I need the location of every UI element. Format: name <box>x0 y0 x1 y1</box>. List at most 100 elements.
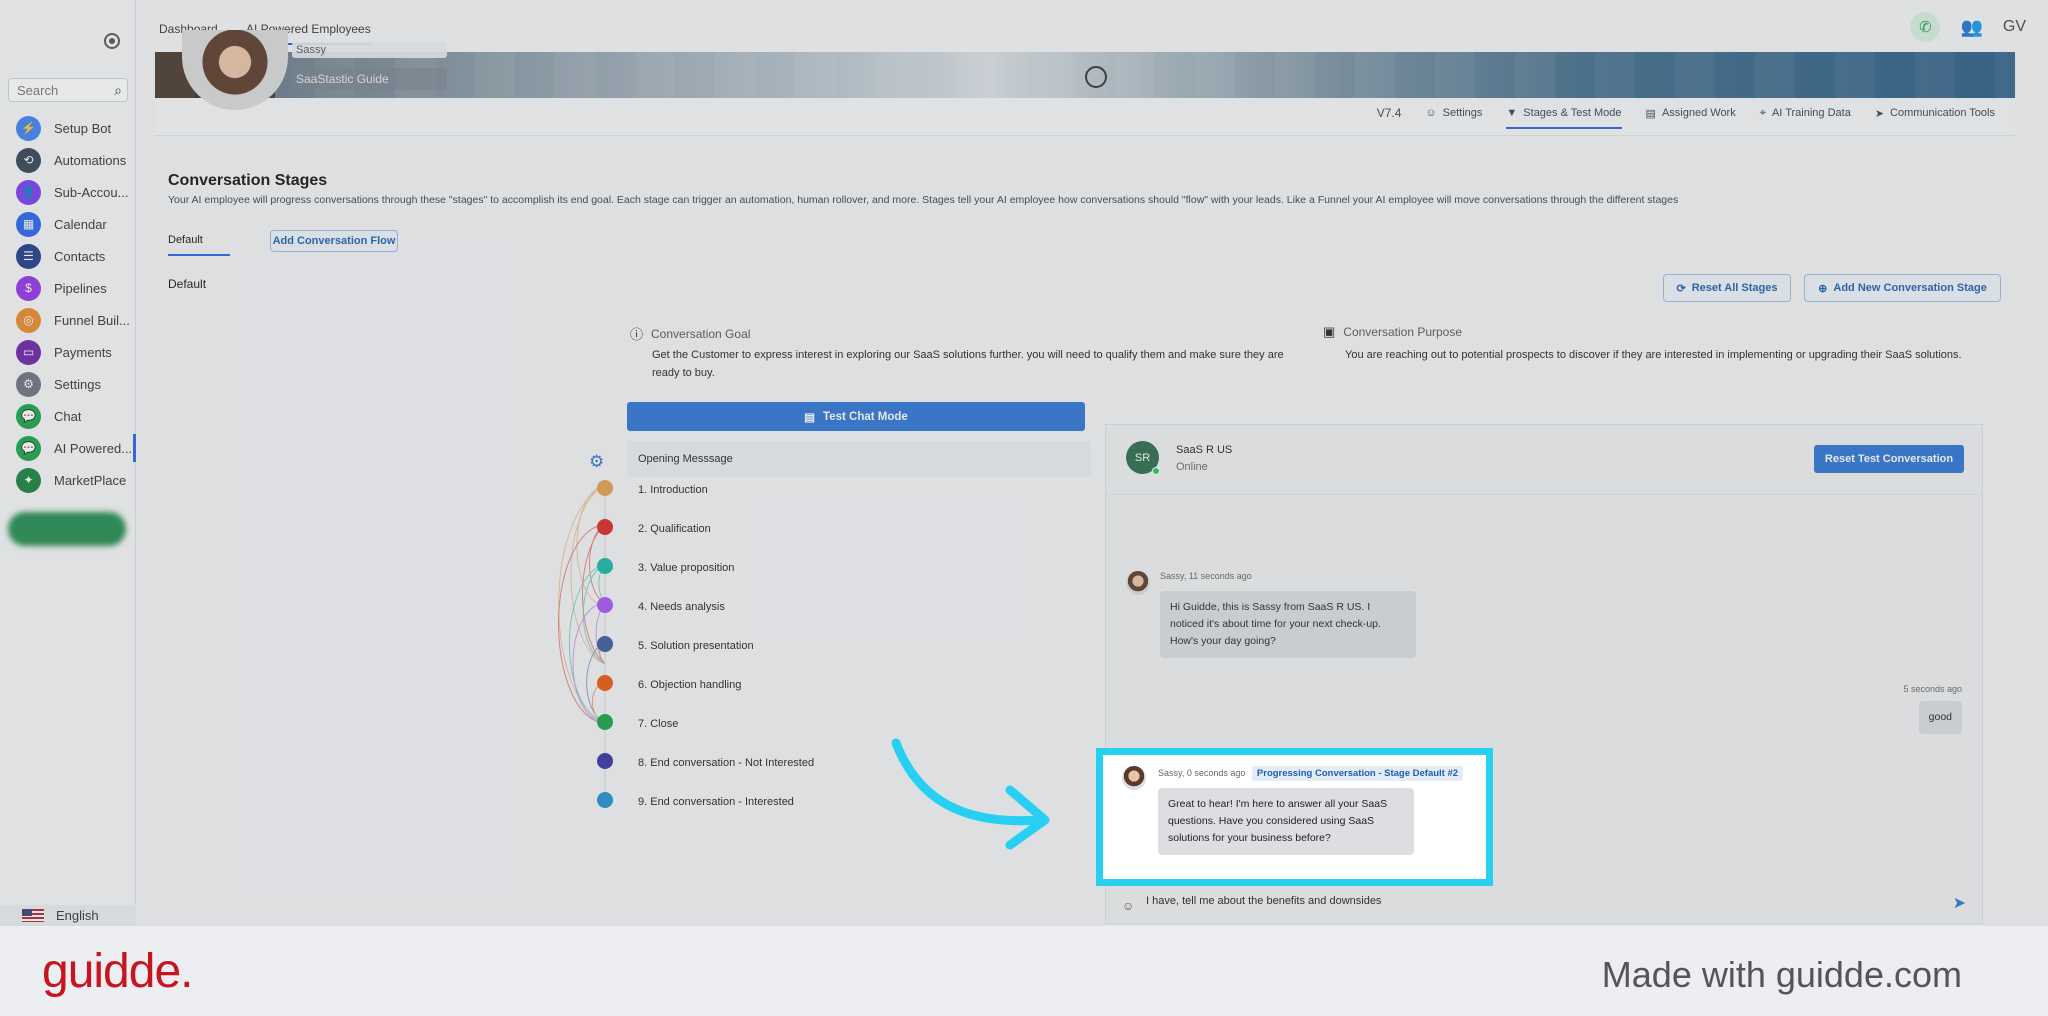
stage-item[interactable]: 6. Objection handling <box>638 679 741 691</box>
stage-item[interactable]: 5. Solution presentation <box>638 640 754 652</box>
sidebar-item-icon: ▭ <box>16 339 41 365</box>
sidebar-item-icon: ☰ <box>16 243 41 269</box>
stage-item[interactable]: 7. Close <box>638 718 678 730</box>
stage-dot <box>597 480 613 496</box>
message-meta: Sassy, 0 seconds ago Progressing Convers… <box>1158 766 1464 781</box>
language-selector[interactable]: English <box>0 905 136 926</box>
sidebar-item-label: Automations <box>54 152 127 168</box>
sidebar-item-sub-accou[interactable]: 👤 Sub-Accou... <box>0 176 136 208</box>
reset-all-stages-button[interactable]: ⟳ Reset All Stages <box>1663 274 1791 302</box>
send-icon[interactable]: ➤ <box>1953 893 1966 913</box>
online-indicator <box>1152 467 1160 475</box>
gear-icon[interactable]: ⚙ <box>589 452 604 472</box>
sidebar-item-ai-powered[interactable]: 💬 AI Powered... <box>0 432 136 464</box>
stage-item[interactable]: 1. Introduction <box>638 484 708 496</box>
stage-dot <box>597 675 613 691</box>
phone-icon[interactable]: ✆ <box>1910 12 1941 42</box>
stage-item[interactable]: 2. Qualification <box>638 523 711 535</box>
sidebar-item-funnel-buil[interactable]: ◎ Funnel Buil... <box>0 304 136 336</box>
message-meta: Sassy, 11 seconds ago <box>1160 571 1252 581</box>
highlighted-message: Sassy, 0 seconds ago Progressing Convers… <box>1096 748 1493 886</box>
stage-dot <box>597 753 613 769</box>
search-icon[interactable]: ⌕ <box>114 82 122 99</box>
purpose-title-text: Conversation Purpose <box>1343 325 1463 339</box>
stage-item[interactable]: 9. End conversation - Interested <box>638 796 794 808</box>
tab-ai-training-data[interactable]: ⌖ AI Training Data <box>1760 107 1851 120</box>
sidebar-item-calendar[interactable]: ▦ Calendar <box>0 208 136 240</box>
sidebar-item-icon: ◎ <box>16 307 41 333</box>
stage-dot <box>597 792 613 808</box>
user-message-bubble: good <box>1918 701 1962 734</box>
sidebar-item-icon: 💬 <box>16 403 41 429</box>
sidebar-item-label: Chat <box>54 408 82 424</box>
opening-message-row[interactable]: Opening Messsage <box>627 441 1091 477</box>
message-bubble: Hi Guidde, this is Sassy from SaaS R US.… <box>1160 591 1416 658</box>
tab-icon: ➤ <box>1874 107 1885 120</box>
tab-label: Communication Tools <box>1890 107 1995 119</box>
stage-dot <box>597 519 613 535</box>
sidebar-item-settings[interactable]: ⚙ Settings <box>0 368 136 400</box>
tab-icon: ⌖ <box>1759 106 1766 119</box>
user-avatar[interactable]: GV <box>2003 18 2026 36</box>
reset-test-conversation-button[interactable]: Reset Test Conversation <box>1814 445 1964 473</box>
chat-message-input[interactable] <box>1146 895 1906 907</box>
sidebar-item-label: Funnel Buil... <box>54 312 130 328</box>
message-meta: 5 seconds ago <box>1903 684 1962 694</box>
stage-progress-badge: Progressing Conversation - Stage Default… <box>1251 766 1464 781</box>
goal-text: Get the Customer to express interest in … <box>652 349 1284 379</box>
sidebar-item-payments[interactable]: ▭ Payments <box>0 336 136 368</box>
stage-item[interactable]: 4. Needs analysis <box>638 601 725 613</box>
contact-status: Online <box>1176 461 1208 473</box>
sidebar-item-label: AI Powered... <box>54 440 133 456</box>
add-conversation-flow-button[interactable]: Add Conversation Flow <box>270 230 398 252</box>
add-new-stage-button[interactable]: ⊕ Add New Conversation Stage <box>1804 274 2001 302</box>
contact-name: SaaS R US <box>1176 444 1233 456</box>
sidebar-nav: ⚡ Setup Bot ⟲ Automations 👤 Sub-Accou... ▦ Cale… <box>0 112 136 496</box>
language-label: English <box>56 908 99 923</box>
sidebar-item-icon: ⚡ <box>16 115 41 141</box>
agent-name: Sassy <box>292 42 447 58</box>
search-input[interactable] <box>17 83 107 98</box>
sidebar-item-label: Payments <box>54 344 112 360</box>
tab-icon: ▼ <box>1506 107 1518 119</box>
sidebar-item-icon: 💬 <box>16 435 41 461</box>
sidebar-item-icon: ⚙ <box>16 371 41 397</box>
tab-label: Stages & Test Mode <box>1523 107 1622 119</box>
sidebar-item-label: Settings <box>54 376 101 392</box>
plus-circle-icon: ⊕ <box>1818 282 1828 295</box>
sidebar-item-icon: $ <box>16 275 41 301</box>
footer: guidde. Made with guidde.com <box>0 926 2048 1016</box>
info-icon: ⓘ <box>630 327 644 342</box>
banner-decoration <box>1085 66 1107 88</box>
stage-item[interactable]: 8. End conversation - Not Interested <box>638 757 814 769</box>
sidebar: ⌕ ⚡ Setup Bot ⟲ Automations 👤 Sub-Accou... ▦ Ca… <box>0 0 136 926</box>
version-label: V7.4 <box>1376 106 1402 120</box>
sassy-avatar <box>1122 766 1146 790</box>
sidebar-item-chat[interactable]: 💬 Chat <box>0 400 136 432</box>
goal-title-text: Conversation Goal <box>651 326 751 341</box>
sidebar-blurred-button[interactable] <box>8 512 126 546</box>
tab-assigned-work[interactable]: ▤ Assigned Work <box>1646 107 1736 120</box>
tab-settings[interactable]: ☺ Settings <box>1425 107 1482 119</box>
sidebar-item-marketplace[interactable]: ✦ MarketPlace <box>0 464 136 496</box>
chat-icon: ▤ <box>804 411 816 424</box>
test-chat-mode-button[interactable]: ▤ Test Chat Mode <box>627 402 1085 431</box>
sidebar-item-pipelines[interactable]: $ Pipelines <box>0 272 136 304</box>
purpose-title: ▣ Conversation Purpose <box>1323 324 1462 340</box>
page-description: Your AI employee will progress conversat… <box>168 194 1679 206</box>
tab-stages-test-mode[interactable]: ▼ Stages & Test Mode <box>1506 107 1622 129</box>
us-flag-icon <box>22 909 44 922</box>
sidebar-item-automations[interactable]: ⟲ Automations <box>0 144 136 176</box>
sidebar-item-setup-bot[interactable]: ⚡ Setup Bot <box>0 112 136 144</box>
tab-default[interactable]: Default <box>168 234 230 256</box>
sidebar-item-contacts[interactable]: ☰ Contacts <box>0 240 136 272</box>
team-icon[interactable]: 👥 <box>1960 17 1982 38</box>
sidebar-toggle-icon[interactable] <box>104 33 120 49</box>
made-with-label: Made with guidde.com <box>1601 954 1962 995</box>
stage-item[interactable]: 3. Value proposition <box>638 562 734 574</box>
emoji-icon[interactable]: ☺ <box>1122 899 1134 913</box>
tab-communication-tools[interactable]: ➤ Communication Tools <box>1875 107 1995 120</box>
sidebar-search[interactable]: ⌕ <box>8 78 128 102</box>
sassy-avatar <box>1126 571 1150 595</box>
opening-message-label: Opening Messsage <box>638 453 733 465</box>
